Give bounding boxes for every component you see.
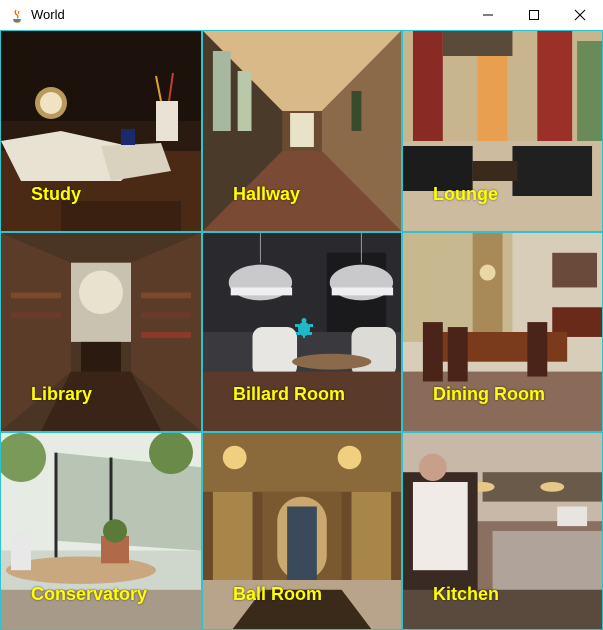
room-label: Library <box>31 384 93 404</box>
room-study[interactable]: Study <box>0 30 202 232</box>
world-window: World Study Hallway Lounge Library Billa… <box>0 0 603 630</box>
java-icon <box>10 8 24 23</box>
room-grid: Study Hallway Lounge Library Billard Roo… <box>0 30 603 630</box>
room-label: Conservatory <box>31 584 148 604</box>
title-bar[interactable]: World <box>0 0 603 31</box>
maximize-icon <box>529 10 539 20</box>
maximize-button[interactable] <box>511 0 557 30</box>
room-ball-room[interactable]: Ball Room <box>202 432 402 630</box>
room-billard-room[interactable]: Billard Room <box>202 232 402 432</box>
room-label: Study <box>31 184 82 204</box>
room-label: Ball Room <box>233 584 323 604</box>
room-label: Lounge <box>433 184 498 204</box>
room-lounge[interactable]: Lounge <box>402 30 603 232</box>
room-label: Billard Room <box>233 384 346 404</box>
room-kitchen[interactable]: Kitchen <box>402 432 603 630</box>
room-hallway[interactable]: Hallway <box>202 30 402 232</box>
close-button[interactable] <box>557 0 603 30</box>
room-conservatory[interactable]: Conservatory <box>0 432 202 630</box>
minimize-icon <box>483 14 493 16</box>
room-library[interactable]: Library <box>0 232 202 432</box>
window-title: World <box>31 7 65 22</box>
minimize-button[interactable] <box>465 0 511 30</box>
turtle-icon[interactable] <box>293 317 315 339</box>
room-label: Kitchen <box>433 584 500 604</box>
room-label: Hallway <box>233 184 301 204</box>
room-label: Dining Room <box>433 384 545 404</box>
room-dining-room[interactable]: Dining Room <box>402 232 603 432</box>
close-icon <box>574 9 586 21</box>
